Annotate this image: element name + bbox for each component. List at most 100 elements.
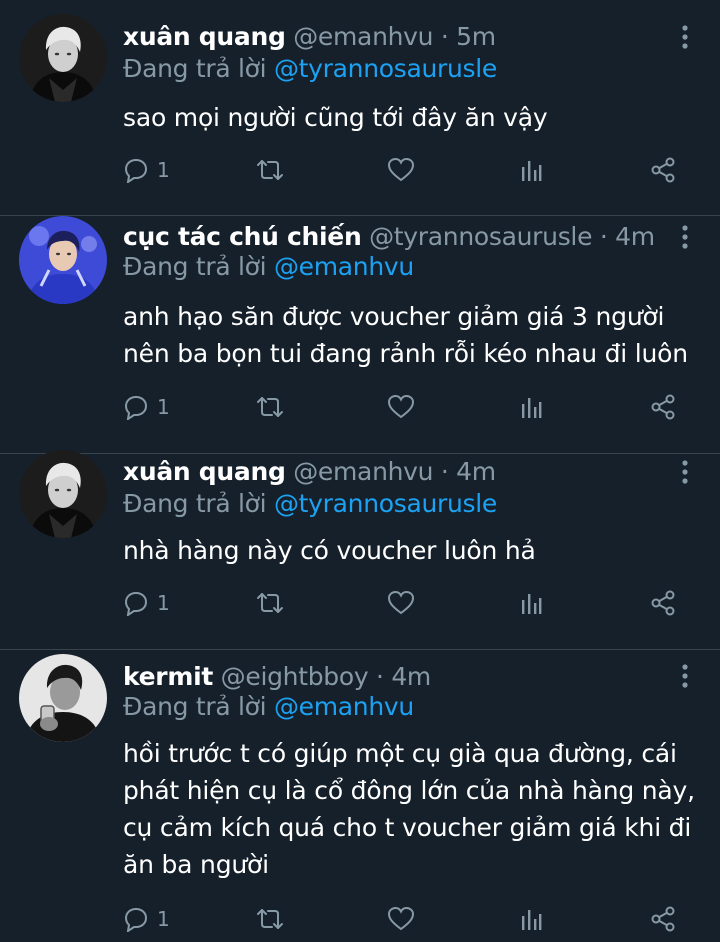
retweet-icon: [257, 909, 283, 929]
retweet-icon: [257, 160, 283, 180]
tweet-text: anh hạo săn được voucher giảm giá 3 ngườ…: [123, 302, 688, 368]
user-handle[interactable]: @emanhvu: [293, 22, 433, 51]
more-options-icon[interactable]: [680, 663, 690, 689]
tweet-text: sao mọi người cũng tới đây ăn vậy: [123, 103, 548, 132]
share-button[interactable]: [649, 392, 677, 422]
analytics-icon: [522, 594, 542, 614]
mention-link[interactable]: @emanhvu: [274, 252, 414, 281]
reply-count: 1: [157, 395, 170, 419]
mention-link[interactable]: @tyrannosaurusle: [274, 54, 497, 83]
replying-to: Đang trả lời @emanhvu: [123, 692, 414, 722]
analytics-button[interactable]: [519, 155, 543, 185]
like-button[interactable]: [387, 588, 415, 618]
mention-link[interactable]: @emanhvu: [274, 692, 414, 721]
avatar[interactable]: [19, 450, 107, 538]
separator-dot: ·: [440, 22, 449, 51]
tweet-header: xuân quang @emanhvu · 5m: [123, 22, 496, 52]
analytics-icon: [522, 161, 542, 181]
tweet-3[interactable]: xuân quang @emanhvu · 4m Đang trả lời @t…: [0, 450, 720, 650]
timestamp[interactable]: 5m: [456, 22, 496, 51]
heart-icon: [387, 157, 415, 182]
dark-avatar-photo: [19, 450, 107, 538]
replying-to: Đang trả lời @tyrannosaurusle: [123, 489, 497, 519]
blue-avatar-photo: [19, 216, 107, 304]
reply-button[interactable]: 1: [123, 904, 170, 934]
action-bar: 1: [123, 392, 683, 422]
reply-icon: [124, 907, 148, 932]
share-button[interactable]: [649, 588, 677, 618]
share-button[interactable]: [649, 904, 677, 934]
reply-icon: [124, 158, 148, 183]
share-icon: [651, 906, 675, 932]
like-button[interactable]: [387, 904, 415, 934]
avatar[interactable]: [19, 14, 107, 102]
heart-icon: [387, 590, 415, 615]
reply-count: 1: [157, 591, 170, 615]
analytics-button[interactable]: [519, 392, 543, 422]
more-options-icon[interactable]: [680, 459, 690, 485]
retweet-button[interactable]: [255, 588, 285, 618]
separator-dot: ·: [376, 662, 384, 691]
tweet-2[interactable]: cục tác chú chiến @tyrannosaurusle · 4m …: [0, 216, 720, 454]
tweet-1[interactable]: xuân quang @emanhvu · 5m Đang trả lời @t…: [0, 0, 720, 216]
reply-icon: [124, 395, 148, 420]
analytics-button[interactable]: [519, 904, 543, 934]
more-options-icon[interactable]: [680, 24, 690, 50]
reply-button[interactable]: 1: [123, 392, 170, 422]
user-handle[interactable]: @tyrannosaurusle: [369, 222, 592, 251]
avatar[interactable]: [19, 216, 107, 304]
reply-button[interactable]: 1: [123, 588, 170, 618]
tweet-text: nhà hàng này có voucher luôn hả: [123, 536, 536, 565]
analytics-icon: [522, 398, 542, 418]
timestamp[interactable]: 4m: [615, 222, 655, 251]
display-name[interactable]: cục tác chú chiến: [123, 222, 362, 251]
share-icon: [651, 590, 675, 616]
retweet-icon: [257, 397, 283, 417]
tweet-text: hồi trước t có giúp một cụ già qua đường…: [123, 739, 695, 879]
replying-prefix: Đang trả lời: [123, 252, 267, 281]
replying-prefix: Đang trả lời: [123, 489, 267, 518]
share-icon: [651, 157, 675, 183]
analytics-icon: [522, 910, 542, 930]
tweet-header: kermit @eightbboy · 4m: [123, 662, 431, 692]
grayscale-avatar-photo: [19, 654, 107, 742]
retweet-icon: [257, 593, 283, 613]
reply-button[interactable]: 1: [123, 155, 170, 185]
replying-to: Đang trả lời @tyrannosaurusle: [123, 54, 497, 84]
heart-icon: [387, 394, 415, 419]
replying-prefix: Đang trả lời: [123, 54, 267, 83]
analytics-button[interactable]: [519, 588, 543, 618]
retweet-button[interactable]: [255, 155, 285, 185]
display-name[interactable]: kermit: [123, 662, 213, 691]
retweet-button[interactable]: [255, 904, 285, 934]
tweet-4[interactable]: kermit @eightbboy · 4m Đang trả lời @ema…: [0, 650, 720, 942]
separator-dot: ·: [599, 222, 608, 251]
timestamp[interactable]: 4m: [391, 662, 431, 691]
retweet-button[interactable]: [255, 392, 285, 422]
like-button[interactable]: [387, 392, 415, 422]
reply-icon: [124, 591, 148, 616]
share-icon: [651, 394, 675, 420]
timestamp[interactable]: 4m: [456, 457, 496, 486]
user-handle[interactable]: @eightbboy: [221, 662, 369, 691]
action-bar: 1: [123, 155, 683, 185]
reply-count: 1: [157, 158, 170, 182]
tweet-header: cục tác chú chiến @tyrannosaurusle · 4m: [123, 222, 655, 252]
display-name[interactable]: xuân quang: [123, 22, 286, 51]
share-button[interactable]: [649, 155, 677, 185]
display-name[interactable]: xuân quang: [123, 457, 286, 486]
replying-to: Đang trả lời @emanhvu: [123, 252, 414, 282]
reply-count: 1: [157, 907, 170, 931]
user-handle[interactable]: @emanhvu: [293, 457, 433, 486]
heart-icon: [387, 906, 415, 931]
tweet-header: xuân quang @emanhvu · 4m: [123, 457, 496, 487]
like-button[interactable]: [387, 155, 415, 185]
replying-prefix: Đang trả lời: [123, 692, 267, 721]
mention-link[interactable]: @tyrannosaurusle: [274, 489, 497, 518]
dark-avatar-photo: [19, 14, 107, 102]
separator-dot: ·: [440, 457, 449, 486]
more-options-icon[interactable]: [680, 224, 690, 250]
avatar[interactable]: [19, 654, 107, 742]
action-bar: 1: [123, 904, 683, 934]
action-bar: 1: [123, 588, 683, 618]
